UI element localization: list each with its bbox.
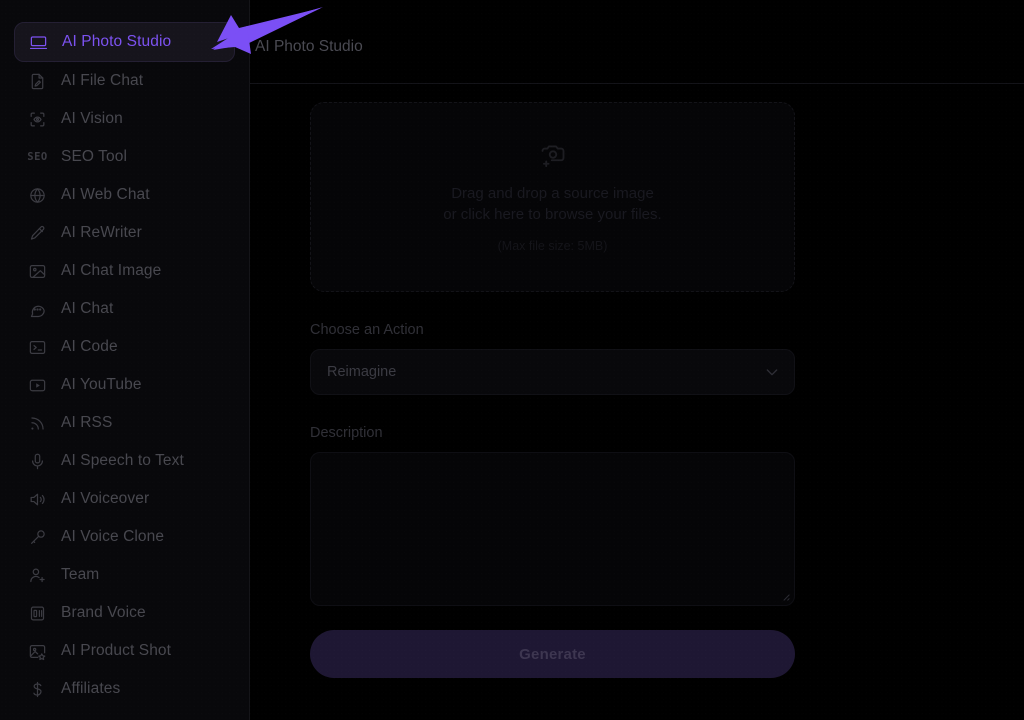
sidebar-item-ai-chat[interactable]: AI Chat: [14, 290, 235, 328]
sidebar-item-ai-rss[interactable]: AI RSS: [14, 404, 235, 442]
sidebar-item-label: AI Vision: [61, 110, 123, 127]
pen-icon: [28, 224, 47, 243]
description-label: Description: [310, 425, 383, 441]
sidebar: AI Photo Studio AI File Chat AI Vision SEO S…: [0, 0, 250, 720]
sidebar-item-label: AI Voiceover: [61, 490, 150, 507]
choose-action-label: Choose an Action: [310, 322, 424, 338]
sidebar-item-label: AI Chat Image: [61, 262, 162, 279]
sidebar-item-label: AI File Chat: [61, 72, 144, 89]
image-dropzone[interactable]: Drag and drop a source image or click he…: [310, 102, 795, 292]
sidebar-item-ai-speech-to-text[interactable]: AI Speech to Text: [14, 442, 235, 480]
sidebar-item-label: Brand Voice: [61, 604, 146, 621]
sidebar-item-ai-photo-studio[interactable]: AI Photo Studio: [14, 22, 235, 62]
image-icon: [28, 262, 47, 281]
seo-text-icon: SEO: [27, 151, 48, 163]
page-title: AI Photo Studio: [255, 38, 363, 55]
sidebar-item-ai-file-chat[interactable]: AI File Chat: [14, 62, 235, 100]
sidebar-item-label: Team: [61, 566, 100, 583]
action-select-value: Reimagine: [327, 364, 397, 380]
sidebar-nav-list: AI Photo Studio AI File Chat AI Vision SEO S…: [0, 0, 249, 708]
id-card-icon: [28, 604, 47, 623]
scan-eye-icon: [28, 110, 47, 129]
sidebar-item-label: AI Voice Clone: [61, 528, 165, 545]
terminal-icon: [28, 338, 47, 357]
sidebar-item-label: AI Product Shot: [61, 642, 172, 659]
generate-button[interactable]: Generate: [310, 630, 795, 678]
microphone-icon: [28, 452, 47, 471]
resize-grip-icon[interactable]: [779, 590, 790, 601]
sidebar-item-ai-voiceover[interactable]: AI Voiceover: [14, 480, 235, 518]
sidebar-item-ai-product-shot[interactable]: AI Product Shot: [14, 632, 235, 670]
sidebar-item-ai-rewriter[interactable]: AI ReWriter: [14, 214, 235, 252]
header: AI Photo Studio: [250, 0, 1024, 84]
sidebar-item-label: AI Chat: [61, 300, 114, 317]
sidebar-item-label: SEO Tool: [61, 148, 127, 165]
laptop-icon: [29, 33, 48, 52]
sidebar-item-label: AI Photo Studio: [62, 33, 172, 50]
sidebar-item-brand-voice[interactable]: Brand Voice: [14, 594, 235, 632]
sidebar-item-label: AI Code: [61, 338, 118, 355]
sidebar-item-label: AI YouTube: [61, 376, 142, 393]
user-plus-icon: [28, 566, 47, 585]
sidebar-item-label: Affiliates: [61, 680, 121, 697]
chevron-down-icon: [764, 364, 780, 380]
dropzone-line-2: or click here to browse your files.: [443, 206, 662, 223]
globe-www-icon: [28, 186, 47, 205]
sidebar-item-ai-chat-image[interactable]: AI Chat Image: [14, 252, 235, 290]
message-dots-icon: [28, 300, 47, 319]
sidebar-item-ai-voice-clone[interactable]: AI Voice Clone: [14, 518, 235, 556]
photo-studio-form: Drag and drop a source image or click he…: [310, 84, 795, 678]
sidebar-item-team[interactable]: Team: [14, 556, 235, 594]
sidebar-item-label: AI Web Chat: [61, 186, 150, 203]
image-star-icon: [28, 642, 47, 661]
sidebar-item-ai-youtube[interactable]: AI YouTube: [14, 366, 235, 404]
sidebar-item-ai-vision[interactable]: AI Vision: [14, 100, 235, 138]
sidebar-item-label: AI ReWriter: [61, 224, 142, 241]
sidebar-item-label: AI Speech to Text: [61, 452, 184, 469]
sidebar-item-ai-web-chat[interactable]: AI Web Chat: [14, 176, 235, 214]
sidebar-item-label: AI RSS: [61, 414, 113, 431]
speaker-wave-icon: [28, 490, 47, 509]
dropzone-max-size-hint: (Max file size: 5MB): [497, 239, 608, 254]
dollar-icon: [28, 680, 47, 699]
action-select[interactable]: Reimagine: [310, 349, 795, 395]
file-pen-icon: [28, 72, 47, 91]
rss-icon: [28, 414, 47, 433]
main-content: Drag and drop a source image or click he…: [250, 84, 1024, 720]
description-textarea[interactable]: [310, 452, 795, 606]
dropzone-line-1: Drag and drop a source image: [451, 184, 654, 202]
camera-plus-icon: [539, 141, 567, 169]
sidebar-item-seo-tool[interactable]: SEO SEO Tool: [14, 138, 235, 176]
sidebar-item-affiliates[interactable]: Affiliates: [14, 670, 235, 708]
generate-button-label: Generate: [519, 645, 586, 663]
play-square-icon: [28, 376, 47, 395]
sidebar-item-ai-code[interactable]: AI Code: [14, 328, 235, 366]
mic-handheld-icon: [28, 528, 47, 547]
app-window: AI Photo Studio AI File Chat AI Vision SEO S…: [0, 0, 1024, 720]
